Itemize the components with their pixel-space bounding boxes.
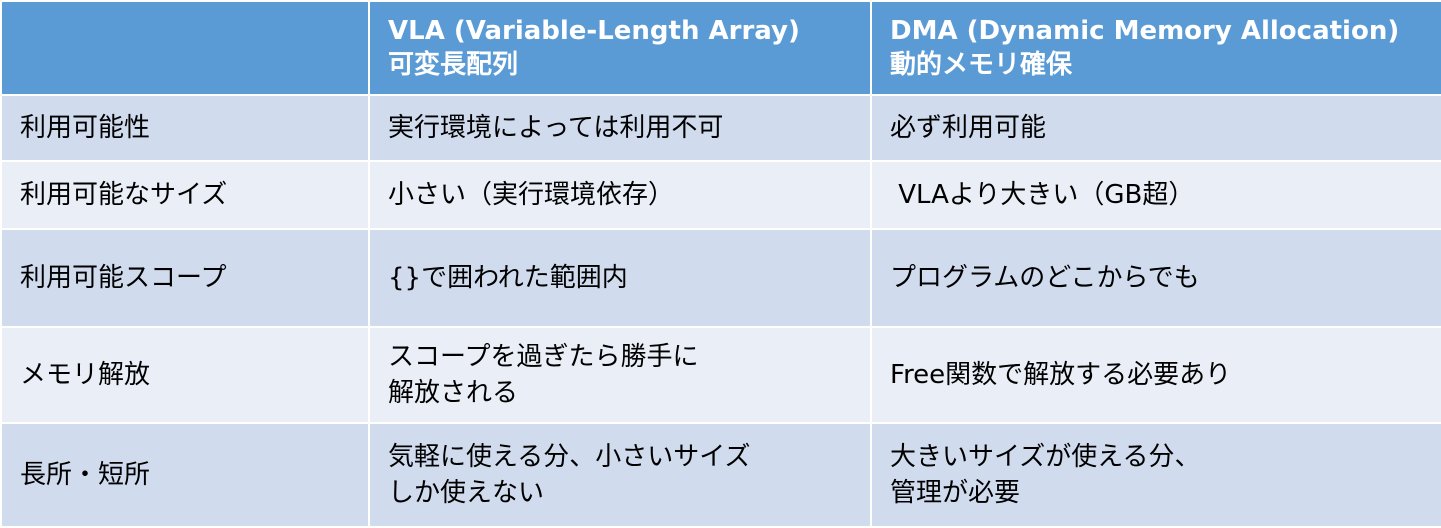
vla-cell: {}で囲われた範囲内 xyxy=(368,228,872,328)
vla-cell: 小さい（実行環境依存） xyxy=(368,160,872,230)
row-label-size: 利用可能なサイズ xyxy=(0,160,370,230)
row-label-memory-release: メモリ解放 xyxy=(0,326,370,424)
dma-cell: 大きいサイズが使える分、 管理が必要 xyxy=(870,422,1441,528)
vla-cell: 実行環境によっては利用不可 xyxy=(368,94,872,162)
table-row: 長所・短所 気軽に使える分、小さいサイズ しか使えない 大きいサイズが使える分、… xyxy=(0,422,1441,528)
cell-text-line-1: 大きいサイズが使える分、 xyxy=(890,442,1201,472)
cell-text-line-1: 気軽に使える分、小さいサイズ xyxy=(388,442,751,472)
header-vla-subtitle: 可変長配列 xyxy=(388,50,519,80)
cell-text: Free関数で解放する必要あり xyxy=(890,360,1232,390)
dma-cell: VLAより大きい（GB超） xyxy=(870,160,1441,230)
cell-text: {}で囲われた範囲内 xyxy=(388,263,628,293)
header-corner-cell xyxy=(0,0,370,96)
header-dma-cell: DMA (Dynamic Memory Allocation) 動的メモリ確保 xyxy=(870,0,1441,96)
cell-text: 小さい（実行環境依存） xyxy=(388,180,675,210)
cell-text: 実行環境によっては利用不可 xyxy=(388,113,724,143)
header-vla-cell: VLA (Variable-Length Array) 可変長配列 xyxy=(368,0,872,96)
dma-cell: Free関数で解放する必要あり xyxy=(870,326,1441,424)
table-row: メモリ解放 スコープを過ぎたら勝手に 解放される Free関数で解放する必要あり xyxy=(0,326,1441,424)
row-label-availability: 利用可能性 xyxy=(0,94,370,162)
row-label-pros-cons: 長所・短所 xyxy=(0,422,370,528)
cell-text-line-1: スコープを過ぎたら勝手に xyxy=(388,342,699,372)
header-vla-title: VLA (Variable-Length Array) xyxy=(388,16,800,46)
cell-text-line-2: しか使えない xyxy=(388,478,545,508)
header-dma-subtitle: 動的メモリ確保 xyxy=(890,50,1073,80)
cell-text: プログラムのどこからでも xyxy=(890,263,1200,293)
table-row: 利用可能性 実行環境によっては利用不可 必ず利用可能 xyxy=(0,94,1441,162)
vla-cell: 気軽に使える分、小さいサイズ しか使えない xyxy=(368,422,872,528)
cell-text-line-2: 解放される xyxy=(388,378,519,408)
table-row: 利用可能なサイズ 小さい（実行環境依存） VLAより大きい（GB超） xyxy=(0,160,1441,230)
table-header-row: VLA (Variable-Length Array) 可変長配列 DMA (D… xyxy=(0,0,1441,96)
cell-text: VLAより大きい（GB超） xyxy=(890,180,1195,210)
cell-text: 必ず利用可能 xyxy=(890,113,1047,143)
header-dma-title: DMA (Dynamic Memory Allocation) xyxy=(890,16,1400,46)
cell-text-line-2: 管理が必要 xyxy=(890,478,1021,508)
comparison-table: VLA (Variable-Length Array) 可変長配列 DMA (D… xyxy=(0,0,1441,528)
row-label-scope: 利用可能スコープ xyxy=(0,228,370,328)
vla-cell: スコープを過ぎたら勝手に 解放される xyxy=(368,326,872,424)
dma-cell: 必ず利用可能 xyxy=(870,94,1441,162)
table-row: 利用可能スコープ {}で囲われた範囲内 プログラムのどこからでも xyxy=(0,228,1441,328)
dma-cell: プログラムのどこからでも xyxy=(870,228,1441,328)
